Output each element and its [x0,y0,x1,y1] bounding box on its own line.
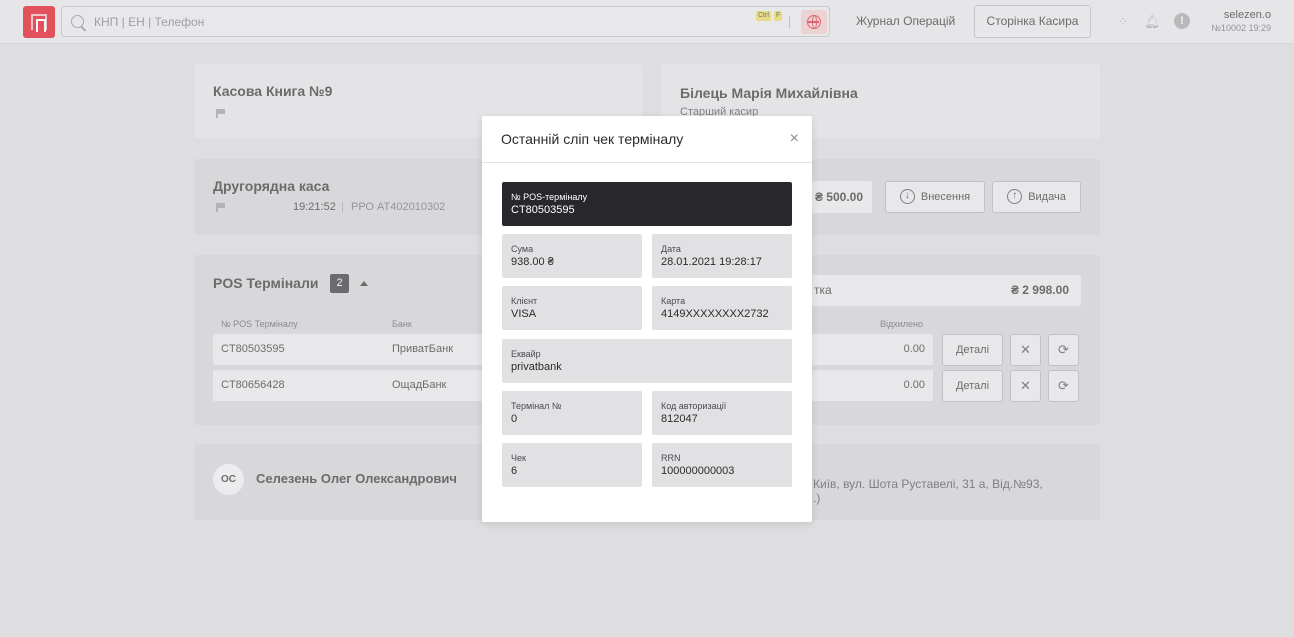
field-label: RRN [661,453,681,463]
field-value: 4149XXXXXXXX2732 [661,308,769,320]
field-value: 938.00 ₴ [511,256,554,268]
field-terminal-number: Термінал № 0 [502,391,642,435]
field-auth-code: Код авторизації 812047 [652,391,792,435]
field-value: 100000000003 [661,465,735,477]
slip-modal: Останній сліп чек терміналу × № POS-терм… [482,116,812,522]
field-rrn: RRN 100000000003 [652,443,792,487]
modal-title: Останній сліп чек терміналу [501,131,684,147]
field-value: privatbank [511,361,562,373]
modal-divider [482,162,812,163]
close-icon[interactable]: × [790,131,799,147]
field-label: Чек [511,453,526,463]
field-label: Дата [661,244,681,254]
field-value: CT80503595 [511,204,575,216]
field-acquirer: Еквайр privatbank [502,339,792,383]
field-label: Сума [511,244,534,254]
field-label: Еквайр [511,349,541,359]
field-label: № POS-терміналу [511,192,588,202]
field-amount: Сума 938.00 ₴ [502,234,642,278]
field-label: Клієнт [511,296,538,306]
field-card: Карта 4149XXXXXXXX2732 [652,286,792,330]
field-date: Дата 28.01.2021 19:28:17 [652,234,792,278]
field-value: 0 [511,413,518,425]
field-label: Код авторизації [661,401,727,411]
field-label: Термінал № [511,401,562,411]
field-label: Карта [661,296,686,306]
field-pos-terminal: № POS-терміналу CT80503595 [502,182,792,226]
field-client: Клієнт VISA [502,286,642,330]
field-value: 812047 [661,413,698,425]
field-value: 28.01.2021 19:28:17 [661,256,762,268]
field-value: VISA [511,308,537,320]
field-value: 6 [511,465,518,477]
field-check: Чек 6 [502,443,642,487]
